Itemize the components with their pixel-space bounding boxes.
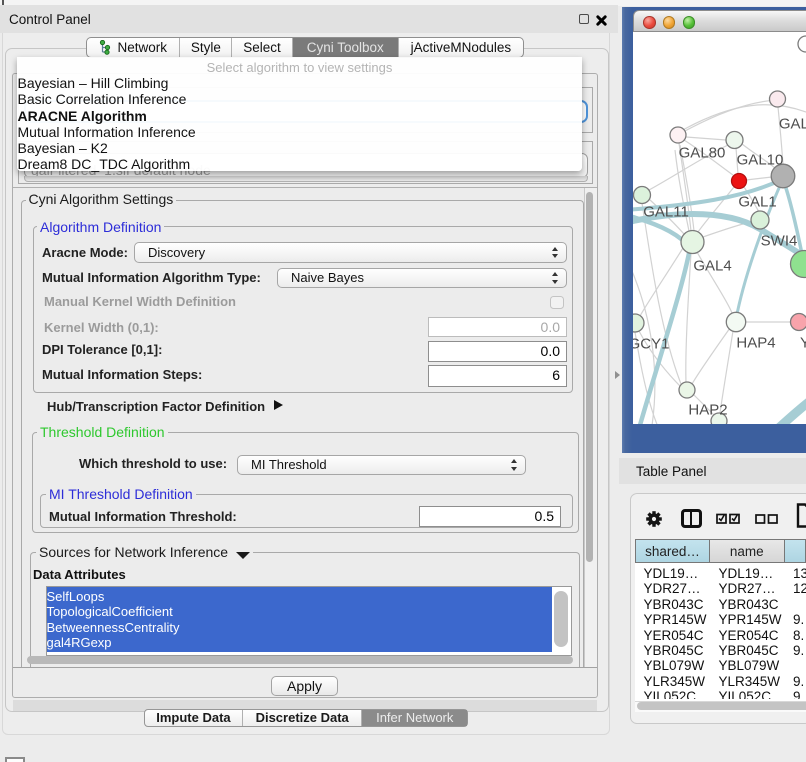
svg-text:GCY1: GCY1 (633, 335, 669, 352)
svg-text:YJ: YJ (800, 334, 806, 351)
svg-text:GAL10: GAL10 (737, 151, 784, 168)
svg-text:GAL11: GAL11 (643, 203, 689, 220)
svg-text:HAP4: HAP4 (736, 334, 775, 351)
svg-text:SWI4: SWI4 (761, 232, 798, 249)
svg-text:GAL4: GAL4 (693, 257, 731, 274)
svg-text:GAL80: GAL80 (679, 144, 726, 161)
svg-text:GAL1: GAL1 (738, 193, 776, 210)
svg-text:GAL7: GAL7 (779, 115, 806, 132)
svg-text:HAP2: HAP2 (688, 401, 727, 418)
